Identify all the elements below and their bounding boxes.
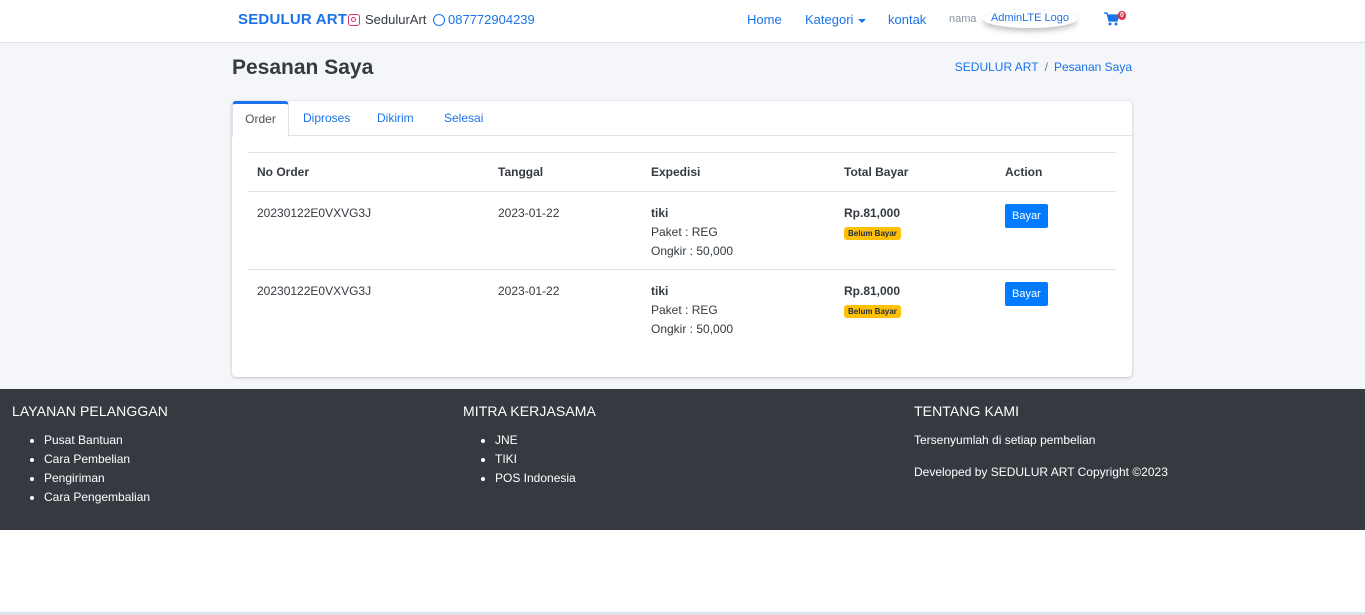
whatsapp-link[interactable]: 087772904239 bbox=[433, 12, 535, 27]
top-navbar: SEDULUR ART SedulurArt 087772904239 Home… bbox=[0, 0, 1365, 43]
shipping-package: Paket : REG bbox=[651, 303, 718, 317]
breadcrumb: SEDULUR ART / Pesanan Saya bbox=[955, 60, 1132, 74]
shipping-cost: Ongkir : 50,000 bbox=[651, 322, 734, 336]
total-amount: Rp.81,000 bbox=[844, 206, 901, 220]
footer-partner-tiki: TIKI bbox=[495, 450, 596, 469]
order-action: Bayar bbox=[996, 270, 1116, 348]
order-date: 2023-01-22 bbox=[498, 284, 560, 298]
order-total: Rp.81,000 Belum Bayar bbox=[835, 270, 996, 348]
courier-name: tiki bbox=[651, 206, 669, 220]
table-row: 20230122E0VXVG3J 2023-01-22 tiki Paket :… bbox=[248, 192, 1116, 270]
instagram-handle: SedulurArt bbox=[365, 12, 427, 27]
footer-link-pusat-bantuan[interactable]: Pusat Bantuan bbox=[44, 431, 168, 450]
orders-table: No Order Tanggal Expedisi Total Bayar Ac… bbox=[248, 152, 1116, 348]
tab-selesai[interactable]: Selesai bbox=[444, 101, 483, 136]
shipping-package: Paket : REG bbox=[651, 225, 718, 239]
orders-card: Order Diproses Dikirim Selesai No Order … bbox=[232, 101, 1132, 377]
footer-tentang-title: TENTANG KAMI bbox=[914, 403, 1020, 419]
header-no-order: No Order bbox=[257, 165, 310, 179]
instagram-link[interactable]: SedulurArt bbox=[348, 12, 426, 27]
footer-partner-pos: POS Indonesia bbox=[495, 469, 596, 488]
tab-order[interactable]: Order bbox=[232, 101, 289, 137]
user-name[interactable]: nama bbox=[949, 13, 977, 25]
header-action: Action bbox=[1005, 165, 1043, 179]
order-number: 20230122E0VXVG3J bbox=[257, 284, 372, 298]
footer-layanan-title: LAYANAN PELANGGAN bbox=[12, 403, 169, 419]
tab-dikirim[interactable]: Dikirim bbox=[377, 101, 414, 136]
footer-partner-jne: JNE bbox=[495, 431, 596, 450]
breadcrumb-current: Pesanan Saya bbox=[1053, 60, 1132, 74]
footer-mitra: MITRA KERJASAMA JNE TIKI POS Indonesia bbox=[463, 403, 596, 488]
order-number: 20230122E0VXVG3J bbox=[257, 206, 372, 220]
header-tanggal: Tanggal bbox=[498, 165, 544, 179]
nav-kategori-label: Kategori bbox=[805, 12, 854, 27]
order-shipping: tiki Paket : REG Ongkir : 50,000 bbox=[642, 192, 835, 270]
cart-count-badge: 0 bbox=[1118, 11, 1126, 20]
page-title: Pesanan Saya bbox=[232, 56, 374, 79]
nav-kategori-dropdown[interactable]: Kategori bbox=[805, 12, 867, 27]
order-total: Rp.81,000 Belum Bayar bbox=[835, 192, 996, 270]
whatsapp-number: 087772904239 bbox=[448, 12, 535, 27]
header-total-bayar: Total Bayar bbox=[844, 165, 909, 179]
shipping-cost: Ongkir : 50,000 bbox=[651, 244, 734, 258]
tab-diproses[interactable]: Diproses bbox=[303, 101, 350, 136]
status-badge: Belum Bayar bbox=[844, 305, 901, 318]
pay-button[interactable]: Bayar bbox=[1005, 282, 1048, 306]
table-header-row: No Order Tanggal Expedisi Total Bayar Ac… bbox=[248, 152, 1116, 192]
total-amount: Rp.81,000 bbox=[844, 284, 901, 298]
header-expedisi: Expedisi bbox=[651, 165, 701, 179]
order-status-tabs: Order Diproses Dikirim Selesai bbox=[232, 101, 1132, 137]
instagram-icon bbox=[348, 13, 360, 26]
footer-mitra-title: MITRA KERJASAMA bbox=[463, 403, 596, 419]
table-row: 20230122E0VXVG3J 2023-01-22 tiki Paket :… bbox=[248, 270, 1116, 348]
footer-link-cara-pembelian[interactable]: Cara Pembelian bbox=[44, 450, 168, 469]
footer-copyright: Developed by SEDULUR ART Copyright ©2023 bbox=[914, 465, 1168, 479]
caret-down-icon bbox=[858, 18, 867, 23]
footer-link-pengiriman[interactable]: Pengiriman bbox=[44, 469, 168, 488]
footer-tentang: TENTANG KAMI Tersenyumlah di setiap pemb… bbox=[914, 403, 1168, 482]
status-badge: Belum Bayar bbox=[844, 227, 901, 240]
whatsapp-icon bbox=[433, 13, 445, 26]
order-shipping: tiki Paket : REG Ongkir : 50,000 bbox=[642, 270, 835, 348]
footer-layanan: LAYANAN PELANGGAN Pusat Bantuan Cara Pem… bbox=[12, 403, 168, 507]
footer-link-cara-pengembalian[interactable]: Cara Pengembalian bbox=[44, 488, 168, 507]
courier-name: tiki bbox=[651, 284, 669, 298]
nav-kontak[interactable]: kontak bbox=[888, 12, 926, 27]
breadcrumb-home[interactable]: SEDULUR ART bbox=[955, 60, 1039, 74]
order-date: 2023-01-22 bbox=[498, 206, 560, 220]
brand-logo-text[interactable]: SEDULUR ART bbox=[238, 11, 347, 28]
breadcrumb-separator: / bbox=[1044, 60, 1048, 74]
pay-button[interactable]: Bayar bbox=[1005, 204, 1048, 228]
user-avatar-logo[interactable]: AdminLTE Logo bbox=[983, 10, 1077, 28]
footer-tagline: Tersenyumlah di setiap pembelian bbox=[914, 433, 1096, 447]
nav-home[interactable]: Home bbox=[747, 12, 782, 27]
site-footer: LAYANAN PELANGGAN Pusat Bantuan Cara Pem… bbox=[0, 389, 1365, 530]
order-action: Bayar bbox=[996, 192, 1116, 270]
